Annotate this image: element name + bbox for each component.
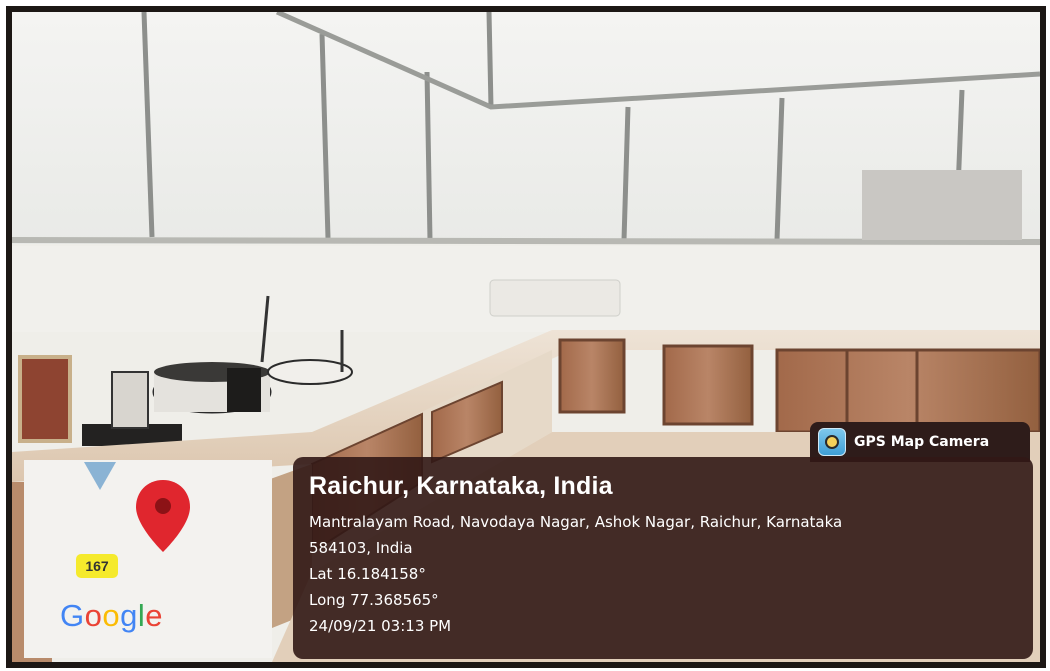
location-pin-icon [136,480,190,552]
direction-arrow-icon [84,462,116,490]
location-info-card: Raichur, Karnataka, India Mantralayam Ro… [293,457,1033,659]
latitude-text: Lat 16.184158° [309,565,426,583]
app-name: GPS Map Camera [854,434,990,450]
google-logo-letter: o [102,598,121,633]
map-thumbnail[interactable]: 167 Google [24,460,272,658]
road-number-badge: 167 [76,554,118,578]
city-title: Raichur, Karnataka, India [309,472,613,500]
longitude-text: Long 77.368565° [309,591,439,609]
address-line-1: Mantralayam Road, Navodaya Nagar, Ashok … [309,513,843,531]
google-logo-letter: o [84,598,103,633]
google-logo-letter: G [60,598,85,633]
google-logo-letter: e [145,598,164,633]
app-badge: GPS Map Camera [810,422,1030,462]
datetime-text: 24/09/21 03:13 PM [309,617,452,635]
photo-frame: 167 Google GPS Map Camera Raichur, Karna… [6,6,1046,668]
address-line-2: 584103, India [309,539,413,557]
camera-app-icon [818,428,846,456]
google-logo: Google [60,598,163,634]
google-logo-letter: g [120,598,138,633]
